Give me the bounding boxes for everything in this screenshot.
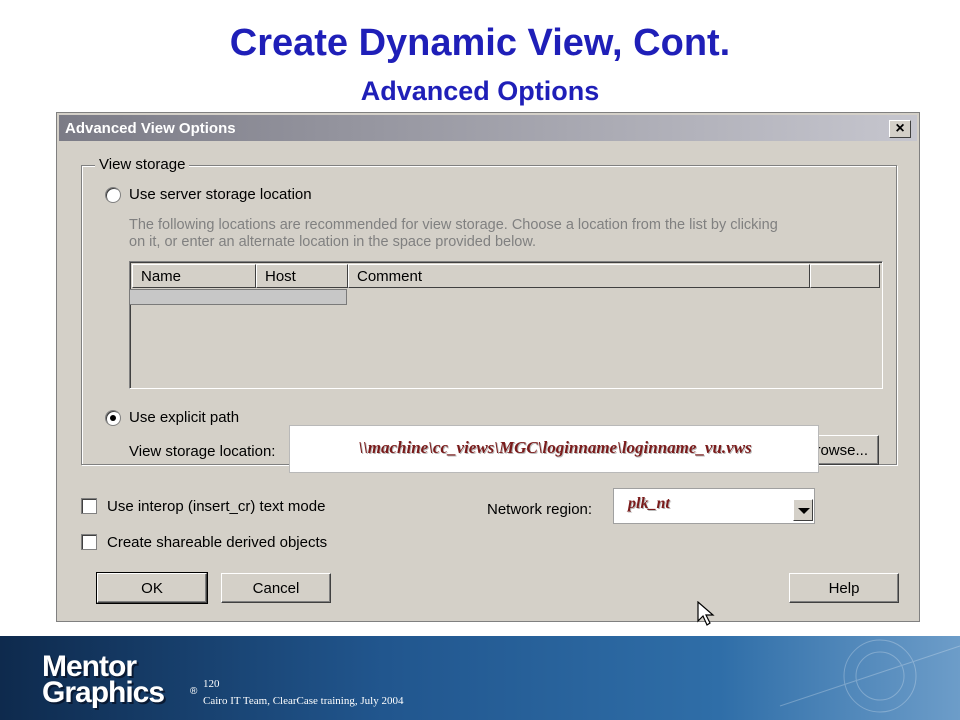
slide-title: Create Dynamic View, Cont. bbox=[229, 22, 731, 64]
storage-location-label: View storage location: bbox=[129, 443, 276, 460]
network-region-label: Network region: bbox=[487, 501, 593, 518]
server-storage-radio[interactable] bbox=[105, 187, 121, 203]
column-header-host[interactable]: Host bbox=[256, 264, 348, 288]
close-button[interactable]: × bbox=[889, 120, 911, 138]
interop-label: Use interop (insert_cr) text mode bbox=[107, 498, 326, 515]
server-storage-label: Use server storage location bbox=[129, 186, 312, 203]
storage-location-list[interactable]: Name Host Comment bbox=[129, 261, 883, 389]
column-header-extra[interactable] bbox=[810, 264, 880, 288]
footer-note: Cairo IT Team, ClearCase training, July … bbox=[203, 695, 404, 707]
network-region-value: plk_nt bbox=[628, 495, 670, 512]
help-button[interactable]: Help bbox=[789, 573, 899, 603]
storage-info-line2: on it, or enter an alternate location in… bbox=[129, 234, 537, 250]
view-storage-group-label: View storage bbox=[95, 156, 190, 173]
storage-location-input[interactable]: \\machine\cc_views\MGC\loginname\loginna… bbox=[289, 425, 819, 473]
mentor-graphics-logo: Mentor Graphics bbox=[42, 650, 165, 709]
storage-location-value: \\machine\cc_views\MGC\loginname\loginna… bbox=[358, 438, 752, 457]
explicit-path-label: Use explicit path bbox=[129, 409, 240, 426]
chevron-down-icon[interactable] bbox=[793, 499, 813, 521]
interop-checkbox[interactable] bbox=[81, 498, 97, 514]
advanced-view-options-dialog: Advanced View Options × View storage Use… bbox=[56, 112, 920, 626]
dialog-titlebar[interactable]: Advanced View Options × bbox=[59, 115, 917, 141]
ok-button[interactable]: OK bbox=[96, 572, 208, 604]
registered-mark: ® bbox=[190, 686, 198, 697]
mouse-cursor-icon bbox=[697, 601, 715, 626]
slide-footer: Mentor Graphics ® 120 Cairo IT Team, Cle… bbox=[0, 636, 960, 720]
storage-info-line1: The following locations are recommended … bbox=[129, 217, 778, 233]
shareable-label: Create shareable derived objects bbox=[107, 534, 328, 551]
column-header-name[interactable]: Name bbox=[132, 264, 256, 288]
explicit-path-radio[interactable] bbox=[105, 410, 121, 426]
page-number: 120 bbox=[203, 678, 220, 690]
slide-subtitle: Advanced Options bbox=[360, 76, 600, 106]
list-selection-row[interactable] bbox=[129, 289, 347, 305]
network-region-select[interactable]: plk_nt bbox=[613, 488, 815, 524]
dialog-title: Advanced View Options bbox=[65, 120, 236, 137]
shareable-checkbox[interactable] bbox=[81, 534, 97, 550]
decorative-pattern bbox=[779, 639, 960, 713]
column-header-comment[interactable]: Comment bbox=[348, 264, 810, 288]
cancel-button[interactable]: Cancel bbox=[221, 573, 331, 603]
